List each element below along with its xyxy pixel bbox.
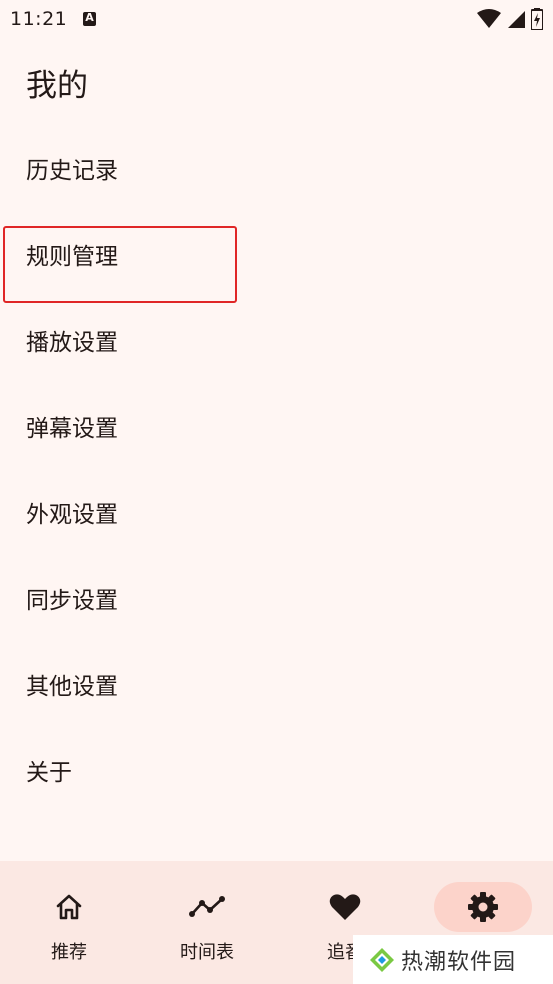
notification-a-icon [83,11,97,26]
nav-icon-container [158,882,256,932]
signal-icon [508,11,525,28]
nav-label: 时间表 [180,942,234,963]
heart-icon [329,894,361,920]
menu-item-playback-settings[interactable]: 播放设置 [0,297,553,383]
nav-icon-container [20,882,118,932]
battery-icon [531,8,543,30]
menu-item-other-settings[interactable]: 其他设置 [0,641,553,727]
watermark-logo-icon [370,947,394,972]
menu-item-danmaku-settings[interactable]: 弹幕设置 [0,383,553,469]
nav-item-timetable[interactable]: 时间表 [138,861,276,984]
highlight-annotation [3,226,237,303]
nav-label: 推荐 [51,942,87,963]
page-title: 我的 [26,68,88,104]
status-bar: 11:21 [0,0,553,38]
menu-item-about[interactable]: 关于 [0,727,553,813]
menu-item-history[interactable]: 历史记录 [0,125,553,211]
watermark: 热潮软件园 [353,935,553,984]
nav-icon-container [434,882,532,932]
wifi-icon [477,9,501,28]
timeline-icon [189,896,225,917]
menu-item-sync-settings[interactable]: 同步设置 [0,555,553,641]
status-time: 11:21 [10,8,68,30]
menu-item-appearance-settings[interactable]: 外观设置 [0,469,553,555]
nav-item-recommend[interactable]: 推荐 [0,861,138,984]
status-icons [477,8,543,30]
nav-icon-container [296,882,394,932]
home-icon [56,894,82,920]
gear-icon [468,892,498,922]
watermark-text: 热潮软件园 [401,949,517,975]
